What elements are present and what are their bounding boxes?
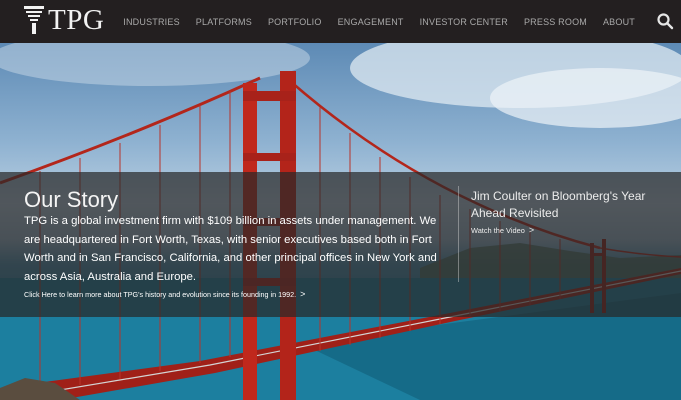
tpg-logo[interactable]: TPG (24, 4, 104, 36)
site-header: TPG INDUSTRIES PLATFORMS PORTFOLIO ENGAG… (0, 0, 681, 43)
hero-overlay-band: Our Story TPG is a global investment fir… (0, 172, 681, 317)
learn-more-link[interactable]: Click Here to learn more about TPG's his… (24, 289, 305, 299)
nav-engagement[interactable]: ENGAGEMENT (330, 17, 412, 27)
chevron-right-icon: > (300, 289, 306, 299)
watch-video-label: Watch the Video (471, 226, 525, 235)
featured-video-title: Jim Coulter on Bloomberg's Year Ahead Re… (471, 189, 646, 220)
nav-investor-center[interactable]: INVESTOR CENTER (412, 17, 516, 27)
learn-more-link-label: Click Here to learn more about TPG's his… (24, 290, 297, 299)
our-story-body: TPG is a global investment firm with $10… (24, 215, 437, 283)
our-story-heading: Our Story (24, 187, 119, 212)
nav-portfolio[interactable]: PORTFOLIO (260, 17, 330, 27)
nav-about[interactable]: ABOUT (595, 17, 643, 27)
main-nav: INDUSTRIES PLATFORMS PORTFOLIO ENGAGEMEN… (115, 0, 643, 43)
vertical-divider (458, 186, 459, 282)
nav-industries[interactable]: INDUSTRIES (115, 17, 188, 27)
tpg-logo-mark-icon (24, 6, 44, 34)
nav-press-room[interactable]: PRESS ROOM (516, 17, 595, 27)
chevron-right-icon: > (528, 225, 535, 235)
logo-text: TPG (48, 4, 105, 36)
nav-platforms[interactable]: PLATFORMS (188, 17, 260, 27)
watch-video-link[interactable]: Watch the Video > (471, 225, 534, 235)
search-icon[interactable] (656, 12, 674, 30)
